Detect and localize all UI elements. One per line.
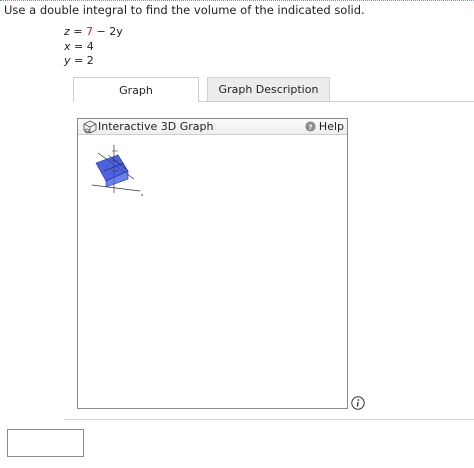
help-label: Help — [318, 120, 344, 133]
equation-y: y = 2 — [64, 54, 94, 67]
equation-z-rest: − 2y — [96, 25, 123, 38]
graph-panel-title: Interactive 3D Graph — [98, 120, 214, 133]
equation-y-lhs: y — [64, 54, 71, 67]
equation-x: x = 4 — [64, 40, 94, 53]
cube-icon — [83, 120, 97, 134]
graph-panel-header: Interactive 3D Graph ? Help — [78, 119, 347, 135]
equation-x-rhs: 4 — [86, 40, 94, 53]
equation-y-equals: = — [74, 54, 84, 67]
equation-x-lhs: x — [64, 40, 71, 53]
equation-z-coefficient: 7 — [86, 25, 93, 38]
equation-z-lhs: z — [64, 25, 70, 38]
equation-y-rhs: 2 — [86, 54, 94, 67]
equation-x-equals: = — [74, 40, 84, 53]
info-icon[interactable] — [351, 396, 365, 410]
3d-solid-thumbnail[interactable] — [84, 141, 146, 199]
tab-graph[interactable]: Graph — [73, 77, 199, 102]
help-icon: ? — [305, 121, 316, 132]
top-border — [0, 0, 474, 1]
interactive-3d-graph-panel: Interactive 3D Graph ? Help — [77, 118, 348, 409]
svg-text:?: ? — [308, 122, 312, 131]
problem-prompt: Use a double integral to find the volume… — [4, 3, 365, 17]
section-divider — [64, 419, 474, 420]
answer-input[interactable] — [7, 429, 84, 457]
equation-z-equals: = — [73, 25, 83, 38]
tab-graph-description[interactable]: Graph Description — [207, 77, 330, 101]
equation-z: z = 7 − 2y — [64, 25, 123, 38]
help-button[interactable]: ? Help — [305, 120, 344, 133]
